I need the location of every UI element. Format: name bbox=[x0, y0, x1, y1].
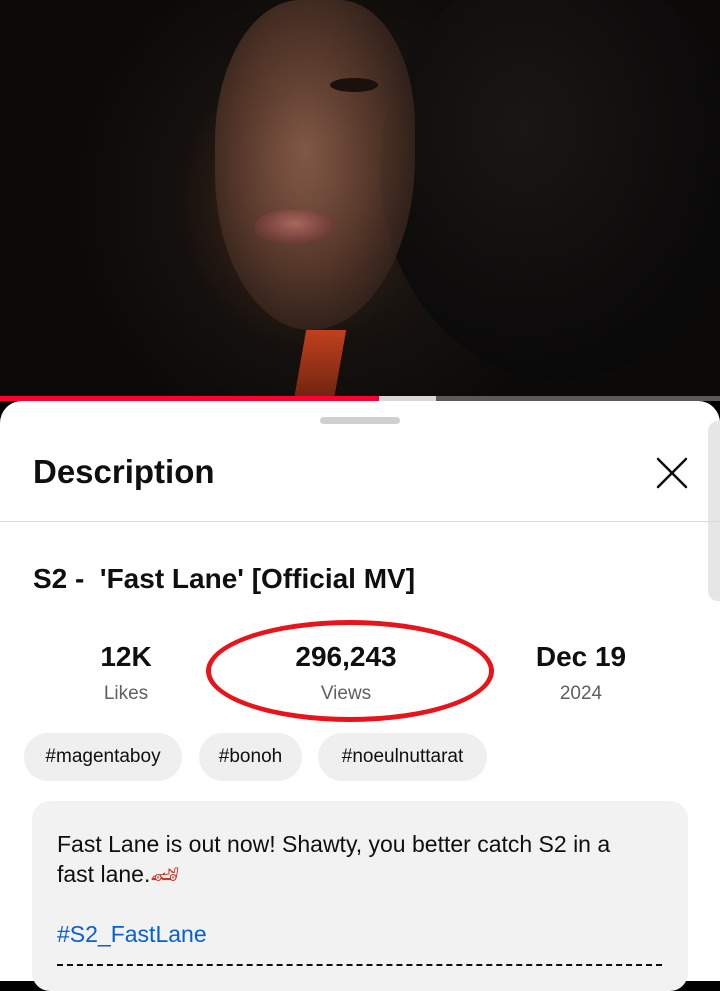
video-player[interactable] bbox=[0, 0, 720, 400]
likes-count: 12K bbox=[100, 641, 152, 672]
publish-year: 2024 bbox=[559, 683, 603, 704]
video-frame-hair bbox=[380, 0, 720, 380]
hashtag-chip-magentaboy[interactable]: #magentaboy bbox=[24, 733, 182, 781]
video-frame-collar bbox=[293, 330, 347, 400]
drag-handle[interactable] bbox=[320, 417, 400, 424]
hashtag-chip-bonoh[interactable]: #bonoh bbox=[199, 733, 302, 781]
description-line-2-text: fast lane. bbox=[57, 861, 151, 887]
description-box: Fast Lane is out now! Shawty, you better… bbox=[32, 801, 688, 991]
likes-label: Likes bbox=[103, 683, 149, 704]
date-stat: Dec 19 2024 bbox=[491, 641, 671, 705]
close-button[interactable] bbox=[650, 451, 694, 495]
video-title: S2 - 'Fast Lane' [Official MV] bbox=[33, 563, 416, 594]
description-hashtag-link[interactable]: #S2_FastLane bbox=[57, 921, 207, 948]
close-icon bbox=[656, 457, 688, 489]
header-divider bbox=[0, 521, 720, 522]
description-sheet: Description S2 - 'Fast Lane' [Official M… bbox=[0, 401, 720, 991]
video-frame-face bbox=[215, 0, 415, 330]
race-car-icon: 🏎 bbox=[150, 861, 180, 887]
description-line-2: fast lane.🏎 bbox=[57, 861, 180, 888]
description-separator bbox=[57, 964, 662, 966]
edge-scroll-handle[interactable] bbox=[708, 421, 720, 601]
red-circle-annotation bbox=[206, 620, 494, 722]
sheet-title: Description bbox=[33, 453, 215, 490]
likes-stat: 12K Likes bbox=[36, 641, 216, 705]
video-frame-lips bbox=[255, 210, 335, 244]
hashtag-chip-noeulnuttarat[interactable]: #noeulnuttarat bbox=[318, 733, 487, 781]
publish-date: Dec 19 bbox=[535, 641, 627, 672]
video-frame-eye bbox=[330, 78, 378, 92]
description-line-1: Fast Lane is out now! Shawty, you better… bbox=[57, 831, 611, 857]
